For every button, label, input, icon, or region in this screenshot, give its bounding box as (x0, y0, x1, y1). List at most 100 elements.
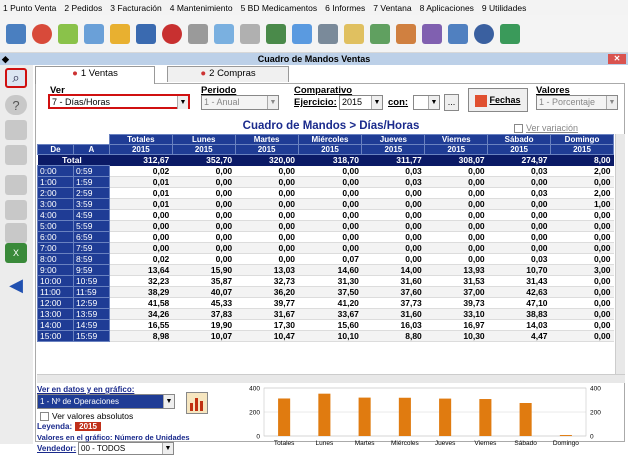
money-icon[interactable] (266, 23, 286, 44)
bar (358, 397, 371, 436)
menu-item[interactable]: 6 Informes (325, 3, 365, 13)
table-row[interactable]: 13:00 13:59 34,26 37,83 31,67 33,67 31,60 33,10… (37, 308, 614, 320)
de-header: De (37, 144, 74, 155)
table-row[interactable]: 9:00 9:59 13,64 15,90 13,03 14,60 14,00 13,93 10… (37, 264, 614, 276)
excel-icon[interactable]: X (5, 243, 27, 263)
help-icon[interactable]: ? (5, 95, 27, 115)
table-row[interactable]: 2:00 2:59 0,01 0,00 0,00 0,00 0,00 0,00 0,03 2,00 (37, 187, 614, 199)
transfer-icon[interactable] (5, 223, 27, 243)
back-icon[interactable] (6, 23, 26, 44)
column-header[interactable]: Sábado (487, 134, 552, 145)
menu-item[interactable]: 2 Pedidos (64, 3, 102, 13)
column-header[interactable]: Lunes (171, 134, 236, 145)
hour-from-cell: 2:00 (37, 187, 74, 199)
fechas-button[interactable]: Fechas (468, 88, 528, 112)
menu-item[interactable]: 8 Aplicaciones (420, 3, 474, 13)
value-cell: 13,64 (109, 264, 173, 276)
column-header[interactable]: Martes (234, 134, 299, 145)
value-cell: 0,00 (298, 220, 362, 232)
settings-icon[interactable] (448, 23, 468, 44)
year-cell: 2015 (171, 144, 236, 155)
menu-item[interactable]: 5 BD Medicamentos (241, 3, 318, 13)
horizontal-scrollbar[interactable] (37, 374, 625, 383)
con-select[interactable]: ▼ (413, 95, 440, 110)
pharmacy-icon[interactable] (32, 23, 52, 44)
table-row[interactable]: 1:00 1:59 0,01 0,00 0,00 0,00 0,03 0,00 0,00 0,00 (37, 176, 614, 188)
table-row[interactable]: 11:00 11:59 38,29 40,07 36,20 37,50 37,60 37,00… (37, 286, 614, 298)
help-icon[interactable] (474, 23, 494, 44)
value-cell: 0,00 (109, 220, 173, 232)
menu-item[interactable]: 9 Utilidades (482, 3, 526, 13)
transfer-icon[interactable] (84, 23, 104, 44)
search-icon[interactable]: ⌕ (5, 68, 27, 88)
data-table: Totales Lunes Martes Miércoles Jueves Vi… (37, 134, 614, 342)
ver-variacion-checkbox[interactable]: Ver variación (514, 123, 578, 134)
table-row[interactable]: 8:00 8:59 0,02 0,00 0,00 0,07 0,00 0,00 0,03 0,00 (37, 253, 614, 265)
table-row[interactable]: 15:00 15:59 8,98 10,07 10,47 10,10 8,80 10,30 4,… (37, 330, 614, 342)
total-cell: 318,70 (298, 154, 362, 166)
bar (398, 397, 411, 436)
hour-to-cell: 14:59 (72, 319, 110, 331)
periodo-select[interactable]: 1 - Anual ▼ (201, 95, 279, 110)
datos-select[interactable]: 1 - Nº de Operaciones ▼ (37, 394, 175, 409)
column-header[interactable]: Viernes (424, 134, 489, 145)
ver-select[interactable]: 7 - Días/Horas ▼ (48, 94, 190, 109)
value-cell: 32,73 (235, 275, 299, 287)
ejercicio-select[interactable]: 2015 ▼ (339, 95, 383, 110)
tab-compras[interactable]: ● 2 Compras (167, 66, 289, 82)
value-cell: 0,00 (487, 231, 551, 243)
tools-icon[interactable] (240, 23, 260, 44)
edit-icon[interactable] (5, 120, 27, 140)
report-icon[interactable] (422, 23, 442, 44)
copy-icon[interactable] (5, 145, 27, 165)
table-row[interactable]: 6:00 6:59 0,00 0,00 0,00 0,00 0,00 0,00 0,00 0,00 (37, 231, 614, 243)
valores-value: 1 - Porcentaje (539, 97, 596, 107)
column-header[interactable]: Jueves (361, 134, 426, 145)
value-cell: 0,07 (298, 253, 362, 265)
value-cell: 35,87 (172, 275, 236, 287)
back-arrow-icon[interactable]: ◀ (5, 275, 27, 295)
exit-icon[interactable] (500, 23, 520, 44)
menu-item[interactable]: 7 Ventana (373, 3, 411, 13)
column-header[interactable]: Domingo (550, 134, 614, 145)
value-cell: 0,00 (298, 176, 362, 188)
ellipsis-button[interactable]: ... (444, 94, 459, 111)
table-row[interactable]: 14:00 14:59 16,55 19,90 17,30 15,60 16,03 16,97… (37, 319, 614, 331)
ver-absolutos-checkbox[interactable]: Ver valores absolutos (40, 411, 133, 422)
column-header[interactable]: Totales (108, 134, 173, 145)
printer-icon[interactable] (318, 23, 338, 44)
valores-select[interactable]: 1 - Porcentaje ▼ (536, 95, 618, 110)
notes-icon[interactable] (344, 23, 364, 44)
menu-item[interactable]: 4 Mantenimiento (170, 3, 233, 13)
table-row[interactable]: 12:00 12:59 41,58 45,33 39,77 41,20 37,73 39,73… (37, 297, 614, 309)
value-cell: 0,00 (487, 198, 551, 210)
table-row[interactable]: 3:00 3:59 0,01 0,00 0,00 0,00 0,00 0,00 0,00 1,00 (37, 198, 614, 210)
main-area: ● 1 Ventas ● 2 Compras Ver 7 - Días/Horas ▼… (33, 65, 628, 455)
menu-item[interactable]: 3 Facturación (110, 3, 162, 13)
table-row[interactable]: 4:00 4:59 0,00 0,00 0,00 0,00 0,00 0,00 0,00 0,00 (37, 209, 614, 221)
chart-toggle-button[interactable] (186, 392, 208, 414)
column-header[interactable]: Miércoles (297, 134, 363, 145)
bar (318, 393, 331, 436)
table-row[interactable]: 7:00 7:59 0,00 0,00 0,00 0,00 0,00 0,00 0,00 0,00 (37, 242, 614, 254)
stop-icon[interactable] (162, 23, 182, 44)
vertical-scrollbar[interactable] (615, 134, 625, 374)
tab-ventas[interactable]: ● 1 Ventas (35, 66, 155, 84)
calendar-icon (475, 94, 488, 107)
search-doc-icon[interactable] (214, 23, 234, 44)
users-icon[interactable] (396, 23, 416, 44)
table-row[interactable]: 5:00 5:59 0,00 0,00 0,00 0,00 0,00 0,00 0,00 0,00 (37, 220, 614, 232)
new-icon[interactable] (5, 200, 27, 220)
table-row[interactable]: 0:00 0:59 0,02 0,00 0,00 0,00 0,03 0,00 0,03 2,00 (37, 165, 614, 177)
stats-icon[interactable] (292, 23, 312, 44)
medicine-icon[interactable] (110, 23, 130, 44)
receipt-icon[interactable] (58, 23, 78, 44)
chart-icon[interactable] (370, 23, 390, 44)
glasses-icon[interactable] (188, 23, 208, 44)
close-button[interactable]: ✕ (608, 54, 626, 64)
menu-item[interactable]: 1 Punto Venta (3, 3, 56, 13)
document-icon[interactable] (5, 175, 27, 195)
box-icon[interactable] (136, 23, 156, 44)
table-row[interactable]: 10:00 10:59 32,23 35,87 32,73 31,30 31,60 31,53… (37, 275, 614, 287)
y-tick-label-right: 0 (590, 434, 594, 441)
